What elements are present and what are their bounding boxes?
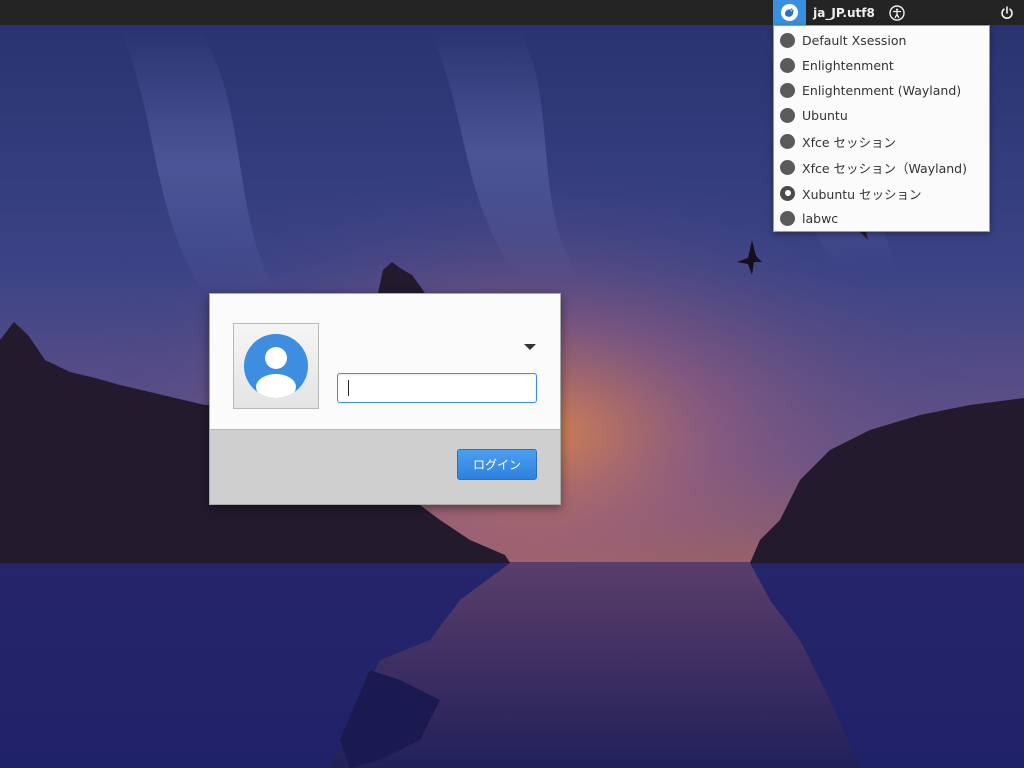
language-selector[interactable]: ja_JP.utf8	[808, 0, 880, 25]
power-icon	[1001, 5, 1013, 19]
radio-icon	[780, 57, 795, 73]
session-item-label: Xfce セッション	[802, 134, 897, 150]
session-selector-button[interactable]	[773, 0, 806, 25]
radio-icon	[780, 133, 795, 149]
accessibility-icon	[889, 4, 905, 21]
session-item-label: labwc	[802, 210, 839, 226]
login-dialog: ログイン	[209, 293, 561, 505]
session-item-label: Xubuntu セッション	[802, 186, 922, 202]
radio-icon	[780, 159, 795, 175]
top-panel: ja_JP.utf8	[0, 0, 1024, 25]
session-item-label: Enlightenment (Wayland)	[802, 82, 962, 98]
power-button[interactable]	[994, 0, 1020, 25]
session-item-label: Enlightenment	[802, 57, 894, 73]
radio-icon	[780, 210, 795, 226]
session-item-default-xsession[interactable]: Default Xsession	[774, 28, 989, 52]
login-dialog-body	[210, 294, 560, 430]
user-avatar-icon	[244, 334, 308, 398]
xfce-mouse-icon	[781, 4, 798, 21]
session-menu: Default Xsession Enlightenment Enlighten…	[773, 25, 990, 232]
login-button[interactable]: ログイン	[457, 449, 537, 480]
accessibility-button[interactable]	[884, 0, 910, 25]
radio-icon	[780, 107, 795, 123]
session-item-xubuntu[interactable]: Xubuntu セッション	[774, 181, 989, 205]
session-item-label: Default Xsession	[802, 32, 907, 48]
avatar	[233, 323, 319, 409]
radio-icon	[780, 32, 795, 48]
session-item-enlightenment[interactable]: Enlightenment	[774, 53, 989, 77]
session-item-ubuntu[interactable]: Ubuntu	[774, 103, 989, 127]
radio-icon	[780, 82, 795, 98]
session-item-enlightenment-wayland[interactable]: Enlightenment (Wayland)	[774, 78, 989, 102]
session-item-xfce-wayland[interactable]: Xfce セッション（Wayland)	[774, 155, 989, 179]
session-item-labwc[interactable]: labwc	[774, 206, 989, 230]
session-item-label: Xfce セッション（Wayland)	[802, 160, 967, 176]
triangle-down-icon[interactable]	[523, 342, 537, 352]
password-input[interactable]	[337, 373, 537, 403]
session-item-label: Ubuntu	[802, 107, 848, 123]
session-item-xfce[interactable]: Xfce セッション	[774, 129, 989, 153]
text-caret	[348, 380, 349, 396]
radio-checked-icon	[780, 185, 795, 201]
